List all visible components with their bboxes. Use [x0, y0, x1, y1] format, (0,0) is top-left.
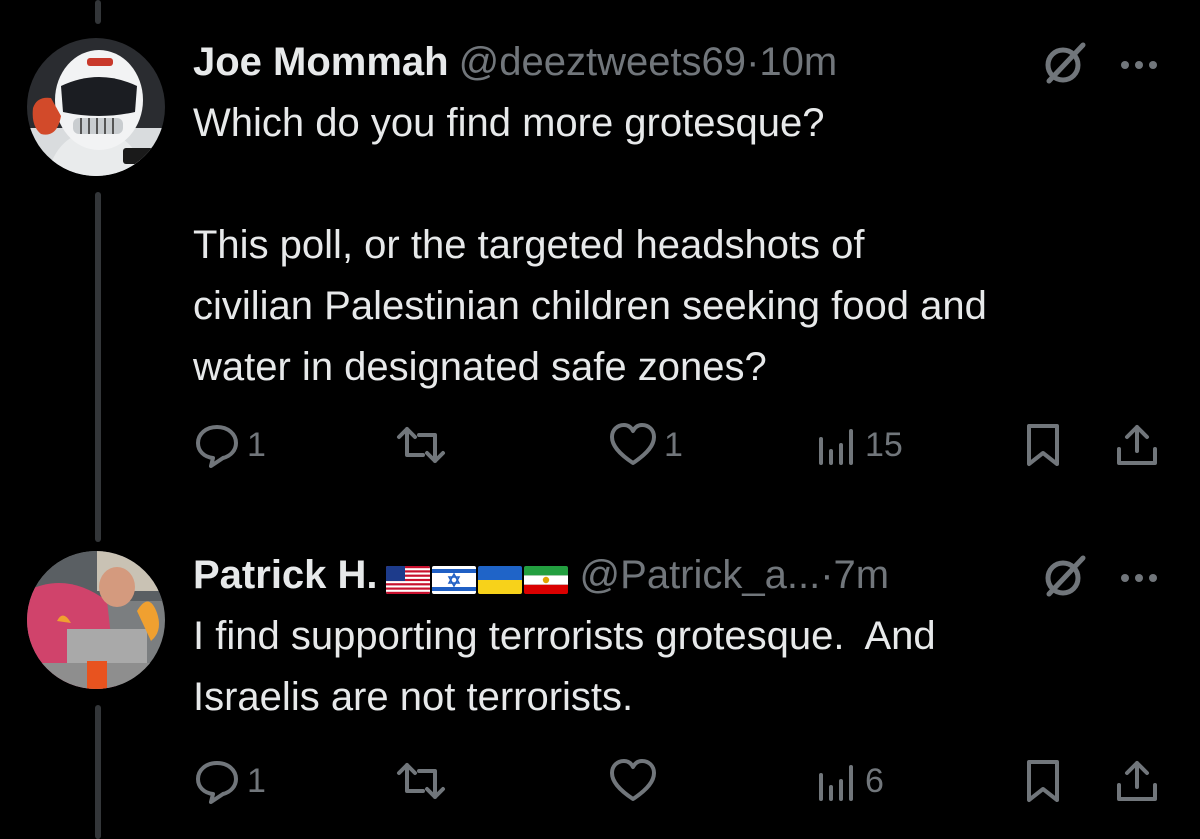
bookmark-button[interactable]: [1023, 415, 1063, 475]
tweet-1[interactable]: Joe Mommah @deeztweets69·10m Which do you…: [0, 0, 1200, 530]
timestamp[interactable]: 10m: [759, 40, 837, 84]
more-options-icon[interactable]: [1115, 55, 1163, 75]
tweet-header: Joe Mommah @deeztweets69·10m: [193, 33, 1173, 91]
israel-flag-icon: [431, 565, 476, 594]
reply-button[interactable]: 1: [193, 751, 266, 811]
share-icon: [1117, 425, 1157, 465]
reply-count: 1: [247, 425, 266, 464]
grok-icon[interactable]: [1041, 39, 1089, 87]
iran-lion-sun-flag-icon: [523, 565, 568, 594]
like-button[interactable]: [608, 751, 664, 811]
separator-dot: ·: [746, 40, 760, 84]
tweet-2[interactable]: Patrick H. @Patrick_a...·7m I find suppo…: [0, 530, 1200, 839]
reply-count: 1: [247, 761, 266, 800]
display-name[interactable]: Patrick H.: [193, 553, 378, 597]
views-chart-icon: [819, 429, 853, 465]
like-count: 1: [664, 425, 683, 464]
timestamp[interactable]: 7m: [834, 553, 890, 597]
racing-helmet-avatar-icon: [27, 38, 165, 176]
us-flag-icon: [385, 565, 430, 594]
reply-button[interactable]: 1: [193, 415, 266, 475]
views-button[interactable]: 6: [815, 751, 884, 811]
view-count: 15: [865, 425, 903, 464]
more-options-icon[interactable]: [1115, 568, 1163, 588]
like-button[interactable]: 1: [608, 415, 683, 475]
avatar-patrick-h[interactable]: [27, 551, 165, 689]
views-chart-icon: [819, 765, 853, 801]
heart-icon: [610, 423, 656, 465]
bookmark-button[interactable]: [1023, 751, 1063, 811]
handle[interactable]: @deeztweets69: [459, 40, 746, 84]
bookmark-icon: [1027, 760, 1059, 802]
reply-icon: [196, 425, 238, 468]
flag-emojis: [385, 548, 570, 606]
avatar-joe-mommah[interactable]: [27, 38, 165, 176]
tweet-text: Which do you find more grotesque? This p…: [193, 101, 987, 389]
person-photo-avatar-icon: [27, 551, 165, 689]
bookmark-icon: [1027, 424, 1059, 466]
share-icon: [1117, 761, 1157, 801]
tweet-header: Patrick H. @Patrick_a...·7m: [193, 546, 1173, 604]
tweet-actions: 1 6: [193, 751, 1173, 811]
reply-icon: [196, 761, 238, 804]
repost-icon: [397, 427, 445, 463]
separator-dot: ·: [820, 553, 834, 597]
repost-icon: [397, 763, 445, 799]
repost-button[interactable]: [393, 751, 455, 811]
tweet-actions: 1 1 15: [193, 415, 1173, 475]
view-count: 6: [865, 761, 884, 800]
grok-icon[interactable]: [1041, 552, 1089, 600]
display-name[interactable]: Joe Mommah: [193, 40, 449, 84]
share-button[interactable]: [1113, 751, 1161, 811]
repost-button[interactable]: [393, 415, 455, 475]
handle[interactable]: @Patrick_a...: [580, 553, 821, 597]
ukraine-flag-icon: [477, 565, 522, 594]
heart-icon: [610, 759, 656, 801]
views-button[interactable]: 15: [815, 415, 903, 475]
share-button[interactable]: [1113, 415, 1161, 475]
tweet-text: I find supporting terrorists grotesque. …: [193, 614, 936, 719]
